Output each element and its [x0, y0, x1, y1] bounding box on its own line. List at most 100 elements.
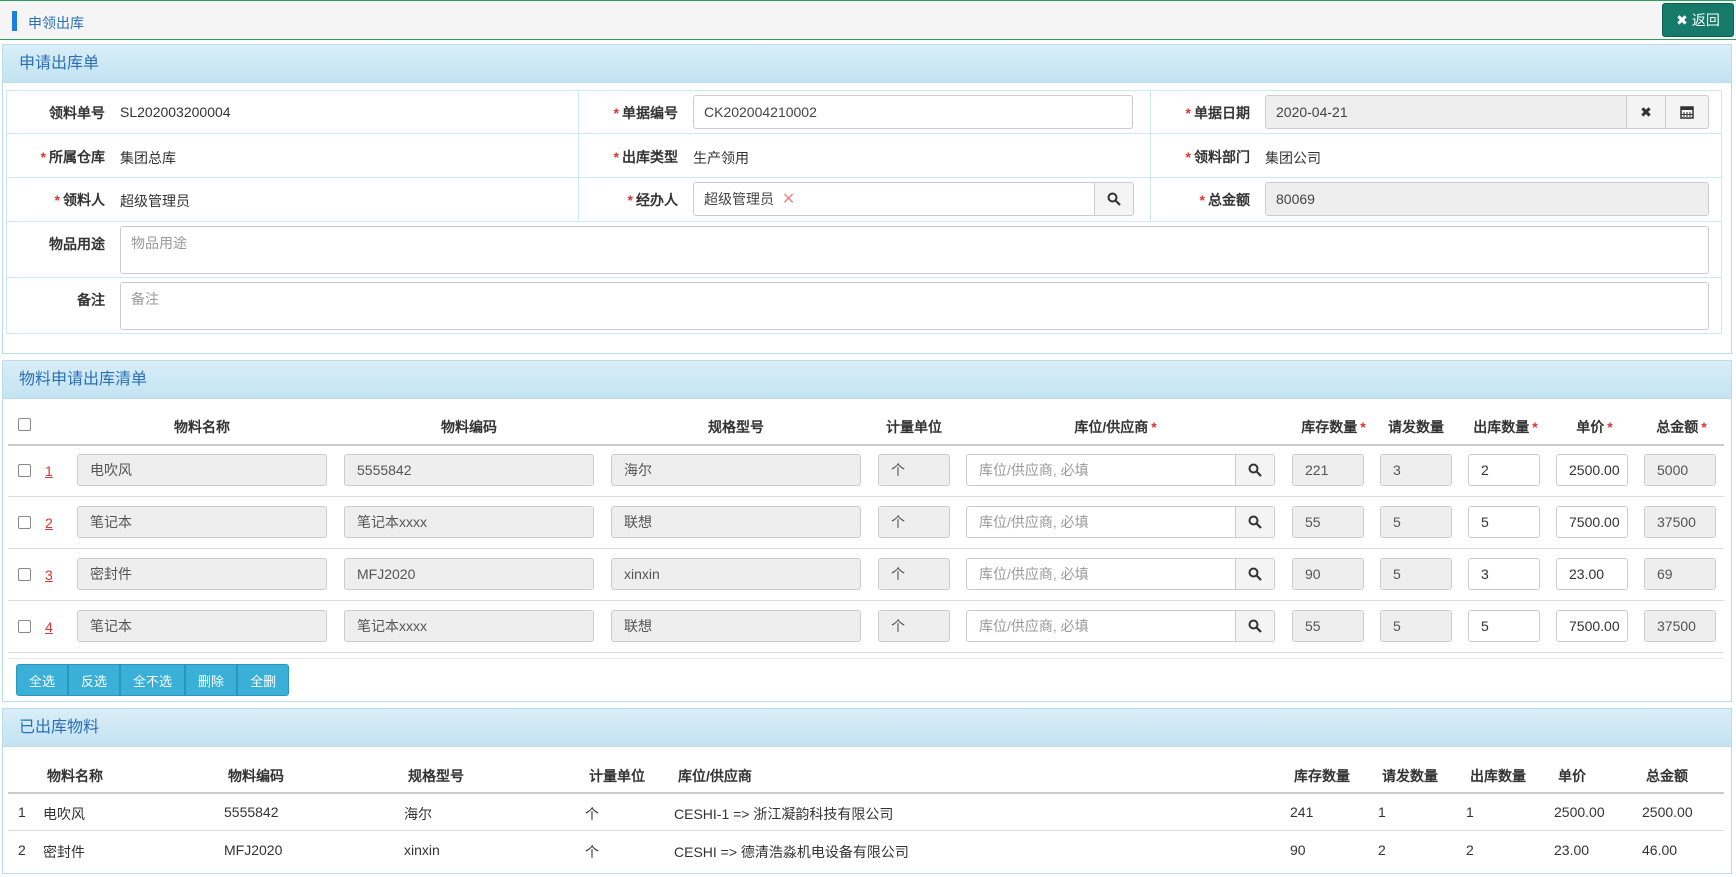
- row-req-input[interactable]: 5: [1380, 558, 1452, 590]
- doc-no-input[interactable]: CK202004210002: [693, 95, 1133, 129]
- list-header-spec: 规格型号: [708, 419, 764, 435]
- row-checkbox[interactable]: [18, 516, 31, 529]
- row-name-input[interactable]: 电吹风: [77, 454, 327, 486]
- row-stock-input[interactable]: 55: [1292, 506, 1364, 538]
- form-row-2: * 所属仓库 集团总库 * 出库类型 生产领用 * 领料部门 集团公司: [6, 134, 1722, 178]
- total-label: * 总金额: [1199, 192, 1250, 208]
- row-total-input[interactable]: 37500: [1644, 610, 1716, 642]
- done-header-total: 总金额: [1646, 768, 1688, 784]
- handler-search-button[interactable]: [1094, 182, 1134, 216]
- row-code-input[interactable]: MFJ2020: [344, 558, 594, 590]
- remark-textarea[interactable]: 备注: [120, 282, 1709, 330]
- row-req-input[interactable]: 5: [1380, 506, 1452, 538]
- location-supplier-input[interactable]: 库位/供应商, 必填: [966, 610, 1236, 642]
- delete-all-button[interactable]: 全删: [237, 664, 290, 696]
- row-stock-input[interactable]: 55: [1292, 610, 1364, 642]
- row-spec-input[interactable]: 联想: [611, 610, 861, 642]
- row-unit-input[interactable]: 个: [878, 558, 950, 590]
- location-supplier-input[interactable]: 库位/供应商, 必填: [966, 454, 1236, 486]
- out-type-value: 生产领用: [693, 150, 749, 166]
- done-row-name: 密封件: [43, 844, 85, 860]
- select-none-button[interactable]: 全不选: [120, 664, 186, 696]
- location-supplier-input[interactable]: 库位/供应商, 必填: [966, 558, 1236, 590]
- row-name-input[interactable]: 笔记本: [77, 610, 327, 642]
- row-checkbox[interactable]: [18, 568, 31, 581]
- form-panel-title: 申请出库单: [3, 45, 1731, 83]
- select-all-checkbox[interactable]: [18, 418, 31, 431]
- location-search-button[interactable]: [1235, 610, 1275, 642]
- done-row-spec: xinxin: [404, 842, 440, 858]
- row-req-input[interactable]: 5: [1380, 610, 1452, 642]
- done-row-location: CESHI => 德清浩淼机电设备有限公司: [674, 844, 909, 860]
- location-search-button[interactable]: [1235, 454, 1275, 486]
- done-row-total: 2500.00: [1642, 804, 1693, 820]
- row-total-input[interactable]: 69: [1644, 558, 1716, 590]
- row-total-input[interactable]: 37500: [1644, 506, 1716, 538]
- done-header-unit: 计量单位: [589, 768, 645, 784]
- done-row-price: 2500.00: [1554, 804, 1605, 820]
- invert-selection-button[interactable]: 反选: [68, 664, 121, 696]
- total-input[interactable]: 80069: [1265, 182, 1709, 216]
- row-unit-input[interactable]: 个: [878, 506, 950, 538]
- location-search-button[interactable]: [1235, 558, 1275, 590]
- row-checkbox[interactable]: [18, 464, 31, 477]
- row-out-input[interactable]: 2: [1468, 454, 1540, 486]
- done-row-name: 电吹风: [43, 806, 85, 822]
- doc-date-input[interactable]: 2020-04-21: [1265, 95, 1627, 129]
- row-code-input[interactable]: 笔记本xxxx: [344, 610, 594, 642]
- row-price-input[interactable]: 23.00: [1556, 558, 1628, 590]
- calendar-button[interactable]: [1665, 95, 1709, 129]
- row-spec-input[interactable]: 海尔: [611, 454, 861, 486]
- row-out-input[interactable]: 5: [1468, 610, 1540, 642]
- warehouse-value: 集团总库: [120, 150, 176, 166]
- row-number-link[interactable]: 4: [45, 619, 53, 635]
- handler-input[interactable]: 超级管理员 ✕: [693, 182, 1095, 216]
- row-number-link[interactable]: 3: [45, 567, 53, 583]
- delete-button[interactable]: 删除: [185, 664, 238, 696]
- list-header-loc: 库位/供应商 *: [1074, 419, 1157, 435]
- row-code-input[interactable]: 笔记本xxxx: [344, 506, 594, 538]
- clear-date-button[interactable]: ✖: [1626, 95, 1666, 129]
- picker-label: * 领料人: [54, 192, 105, 208]
- location-supplier-input[interactable]: 库位/供应商, 必填: [966, 506, 1236, 538]
- remark-label: 备注: [77, 292, 105, 308]
- row-unit-input[interactable]: 个: [878, 610, 950, 642]
- back-button[interactable]: ✖ 返回: [1662, 3, 1734, 37]
- row-name-input[interactable]: 密封件: [77, 558, 327, 590]
- row-number-link[interactable]: 1: [45, 463, 53, 479]
- handler-label: * 经办人: [627, 192, 678, 208]
- list-header-total: 总金额 *: [1656, 419, 1707, 435]
- location-search-button[interactable]: [1235, 506, 1275, 538]
- out-type-label: * 出库类型: [613, 149, 678, 165]
- done-header-location: 库位/供应商: [678, 768, 752, 784]
- row-stock-input[interactable]: 90: [1292, 558, 1364, 590]
- row-out-input[interactable]: 3: [1468, 558, 1540, 590]
- row-out-input[interactable]: 5: [1468, 506, 1540, 538]
- row-stock-input[interactable]: 221: [1292, 454, 1364, 486]
- row-checkbox[interactable]: [18, 620, 31, 633]
- clear-handler-icon[interactable]: ✕: [782, 191, 795, 208]
- select-all-button[interactable]: 全选: [16, 664, 69, 696]
- row-name-input[interactable]: 笔记本: [77, 506, 327, 538]
- done-header-name: 物料名称: [47, 768, 103, 784]
- row-req-input[interactable]: 3: [1380, 454, 1452, 486]
- page-title: 申领出库: [28, 15, 84, 31]
- form-row-usage: 物品用途 物品用途: [6, 222, 1722, 278]
- calendar-icon: [1680, 106, 1694, 119]
- row-spec-input[interactable]: xinxin: [611, 558, 861, 590]
- list-panel-title: 物料申请出库清单: [3, 361, 1731, 399]
- usage-textarea[interactable]: 物品用途: [120, 226, 1709, 274]
- row-price-input[interactable]: 7500.00: [1556, 610, 1628, 642]
- row-price-input[interactable]: 7500.00: [1556, 506, 1628, 538]
- row-spec-input[interactable]: 联想: [611, 506, 861, 538]
- row-total-input[interactable]: 5000: [1644, 454, 1716, 486]
- done-row-number: 1: [18, 804, 26, 820]
- row-number-link[interactable]: 2: [45, 515, 53, 531]
- row-price-input[interactable]: 2500.00: [1556, 454, 1628, 486]
- row-code-input[interactable]: 5555842: [344, 454, 594, 486]
- done-row-location: CESHI-1 => 浙江凝韵科技有限公司: [674, 806, 894, 822]
- done-row-out: 2: [1466, 842, 1474, 858]
- search-icon: [1248, 515, 1262, 529]
- done-row-code: 5555842: [224, 804, 279, 820]
- row-unit-input[interactable]: 个: [878, 454, 950, 486]
